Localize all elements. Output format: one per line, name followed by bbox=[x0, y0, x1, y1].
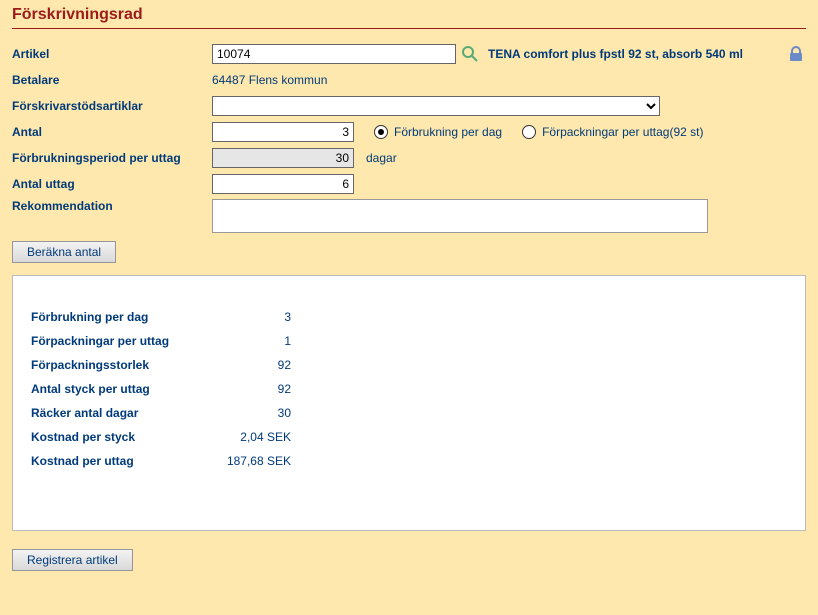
sum-label: Kostnad per uttag bbox=[31, 450, 221, 472]
row-period: Förbrukningsperiod per uttag dagar bbox=[12, 147, 806, 169]
sum-value: 187,68 SEK bbox=[221, 450, 291, 472]
radio-forpackningar-per-uttag[interactable]: Förpackningar per uttag(92 st) bbox=[522, 125, 703, 139]
label-betalare: Betalare bbox=[12, 73, 212, 87]
lock-icon[interactable] bbox=[786, 44, 806, 64]
registrera-button[interactable]: Registrera artikel bbox=[12, 549, 133, 571]
radio-forbrukning-per-dag[interactable]: Förbrukning per dag bbox=[374, 125, 502, 139]
radio-label: Förpackningar per uttag(92 st) bbox=[542, 125, 703, 139]
sum-value: 2,04 SEK bbox=[221, 426, 291, 448]
sum-row: Förpackningar per uttag 1 bbox=[31, 330, 787, 352]
sum-row: Räcker antal dagar 30 bbox=[31, 402, 787, 424]
row-forskrivarstod: Förskrivarstödsartiklar bbox=[12, 95, 806, 117]
bottom-actions: Registrera artikel bbox=[12, 549, 806, 571]
antal-input[interactable] bbox=[212, 122, 354, 142]
sum-value: 30 bbox=[221, 402, 291, 424]
sum-label: Räcker antal dagar bbox=[31, 402, 221, 424]
label-rekommendation: Rekommendation bbox=[12, 199, 212, 213]
row-antal-uttag: Antal uttag bbox=[12, 173, 806, 195]
sum-label: Kostnad per styck bbox=[31, 426, 221, 448]
sum-row: Kostnad per uttag 187,68 SEK bbox=[31, 450, 787, 472]
antal-uttag-input[interactable] bbox=[212, 174, 354, 194]
period-unit: dagar bbox=[366, 151, 397, 165]
berakna-button[interactable]: Beräkna antal bbox=[12, 241, 116, 263]
summary-box: Förbrukning per dag 3 Förpackningar per … bbox=[12, 275, 806, 531]
sum-value: 92 bbox=[221, 378, 291, 400]
sum-value: 92 bbox=[221, 354, 291, 376]
label-antal: Antal bbox=[12, 125, 212, 139]
sum-value: 3 bbox=[221, 306, 291, 328]
artikel-description: TENA comfort plus fpstl 92 st, absorb 54… bbox=[488, 47, 743, 61]
radio-icon bbox=[522, 125, 536, 139]
sum-label: Antal styck per uttag bbox=[31, 378, 221, 400]
radio-icon bbox=[374, 125, 388, 139]
forskrivarstod-select[interactable] bbox=[212, 96, 660, 116]
artikel-input[interactable] bbox=[212, 44, 456, 64]
search-icon[interactable] bbox=[460, 44, 480, 64]
label-forskrivarstod: Förskrivarstödsartiklar bbox=[12, 99, 212, 113]
sum-label: Förpackningsstorlek bbox=[31, 354, 221, 376]
row-artikel: Artikel TENA comfort plus fpstl 92 st, a… bbox=[12, 43, 806, 65]
radio-label: Förbrukning per dag bbox=[394, 125, 502, 139]
label-period: Förbrukningsperiod per uttag bbox=[12, 151, 212, 165]
row-berakna: Beräkna antal bbox=[12, 241, 806, 263]
sum-row: Förpackningsstorlek 92 bbox=[31, 354, 787, 376]
sum-row: Kostnad per styck 2,04 SEK bbox=[31, 426, 787, 448]
label-artikel: Artikel bbox=[12, 47, 212, 61]
sum-label: Förbrukning per dag bbox=[31, 306, 221, 328]
sum-row: Förbrukning per dag 3 bbox=[31, 306, 787, 328]
row-antal: Antal Förbrukning per dag Förpackningar … bbox=[12, 121, 806, 143]
page-title: Förskrivningsrad bbox=[12, 6, 806, 24]
row-betalare: Betalare 64487 Flens kommun bbox=[12, 69, 806, 91]
sum-label: Förpackningar per uttag bbox=[31, 330, 221, 352]
divider bbox=[12, 28, 806, 29]
sum-row: Antal styck per uttag 92 bbox=[31, 378, 787, 400]
betalare-value: 64487 Flens kommun bbox=[212, 73, 327, 87]
row-rekommendation: Rekommendation bbox=[12, 199, 806, 233]
period-input bbox=[212, 148, 354, 168]
sum-value: 1 bbox=[221, 330, 291, 352]
rekommendation-input[interactable] bbox=[212, 199, 708, 233]
label-antal-uttag: Antal uttag bbox=[12, 177, 212, 191]
